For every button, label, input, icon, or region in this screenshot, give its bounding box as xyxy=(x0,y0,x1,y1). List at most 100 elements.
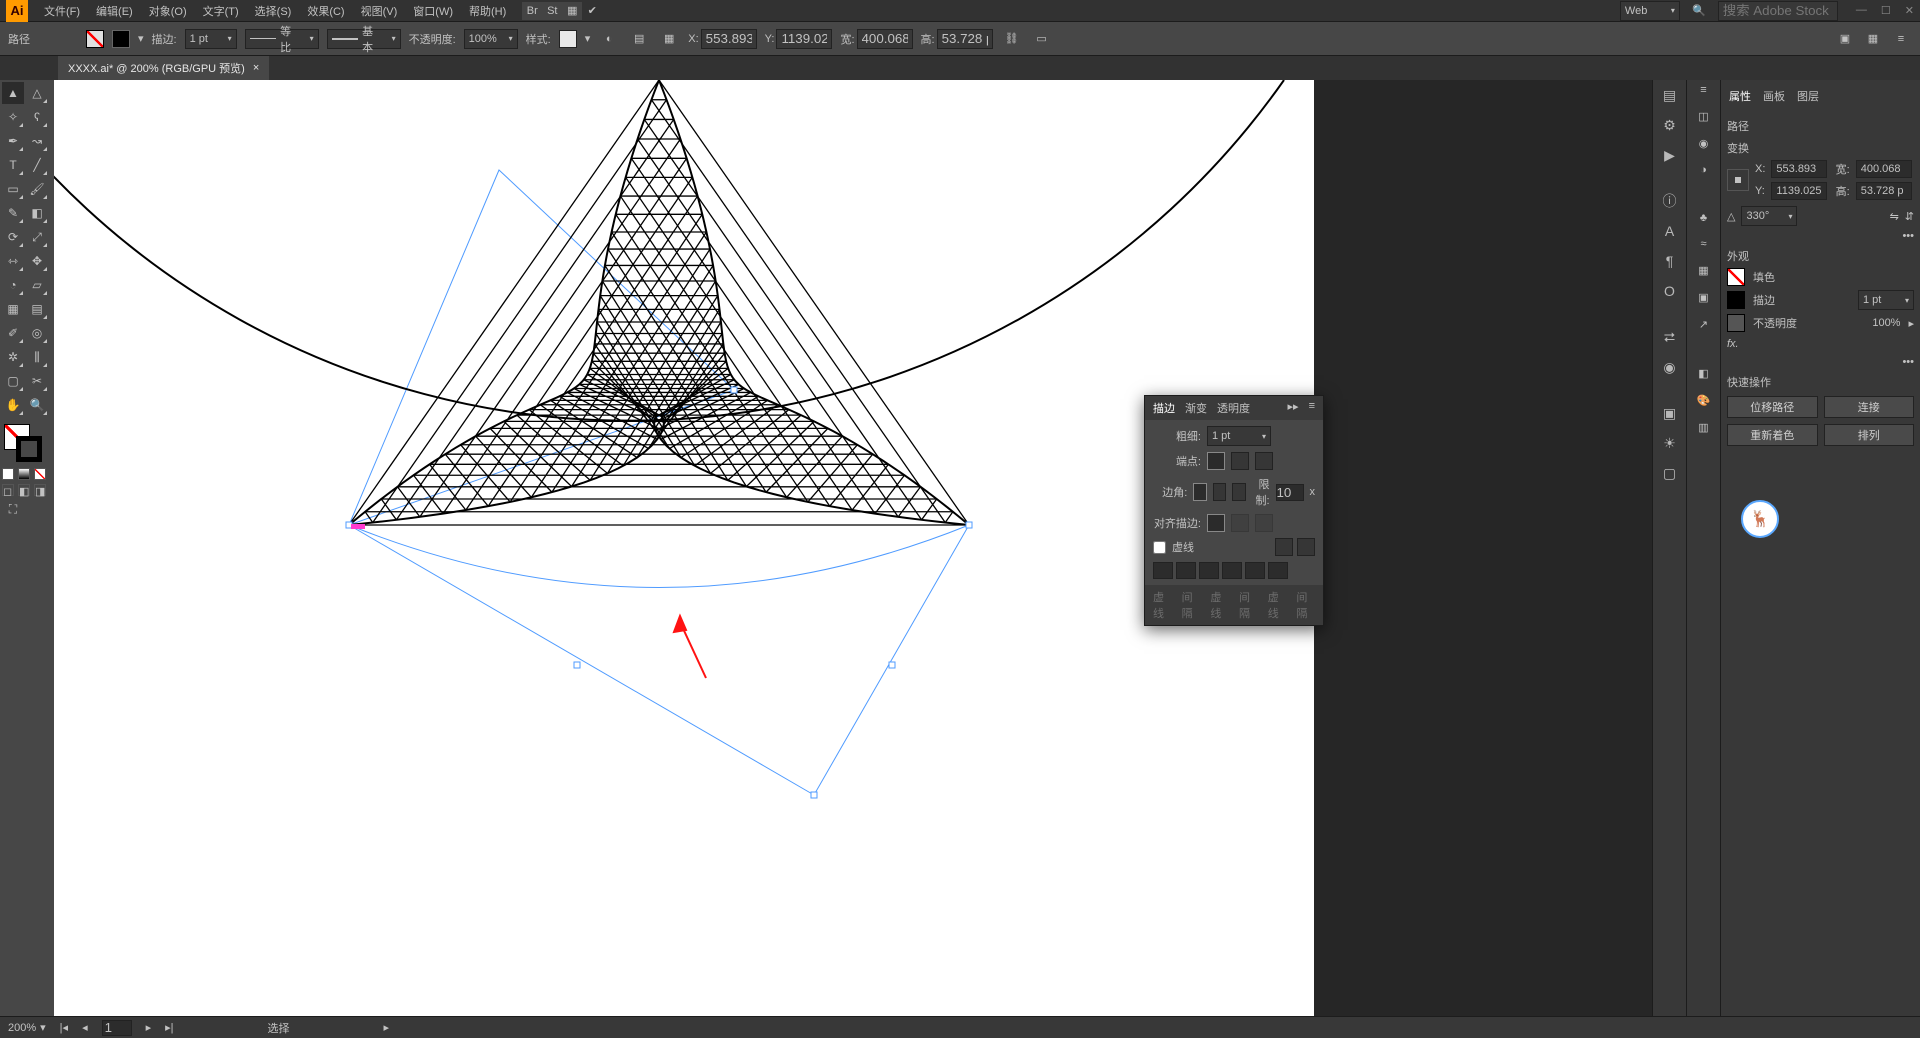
prop-stroke-swatch[interactable] xyxy=(1727,291,1745,309)
char-icon[interactable]: A xyxy=(1659,220,1681,242)
stock-search-input[interactable] xyxy=(1718,1,1838,21)
prop-stroke-weight[interactable]: 1 pt xyxy=(1858,290,1914,310)
first-artboard-icon[interactable]: |◂ xyxy=(60,1021,68,1034)
export-icon[interactable]: ▢ xyxy=(1659,462,1681,484)
color-mode-icon[interactable] xyxy=(2,468,14,480)
gradient-mode-icon[interactable] xyxy=(18,468,30,480)
tab-layers[interactable]: 图层 xyxy=(1797,88,1819,104)
offset-path-button[interactable]: 位移路径 xyxy=(1727,396,1818,418)
pathfinder-icon[interactable]: ◫ xyxy=(1698,110,1708,123)
recolor-icon[interactable]: ◐ xyxy=(598,28,620,50)
info-icon[interactable]: ⓘ xyxy=(1659,190,1681,212)
last-artboard-icon[interactable]: ▸| xyxy=(165,1021,173,1034)
opacity-input[interactable]: 100% xyxy=(464,29,518,49)
weight-input[interactable]: 1 pt xyxy=(1207,426,1271,446)
draw-behind-icon[interactable]: ◧ xyxy=(18,484,30,496)
w-input[interactable] xyxy=(857,29,913,49)
x-input[interactable] xyxy=(701,29,757,49)
next-artboard-icon[interactable]: ▸ xyxy=(146,1021,152,1034)
eraser-tool[interactable]: ◧ xyxy=(26,202,48,224)
bridge-icon[interactable]: Br xyxy=(522,2,542,20)
angle-input[interactable]: 330° xyxy=(1741,206,1797,226)
limit-input[interactable] xyxy=(1276,484,1304,501)
lasso-tool[interactable]: ʕ xyxy=(26,106,48,128)
menu-effect[interactable]: 效果(C) xyxy=(299,3,352,19)
links-icon[interactable]: ⮂ xyxy=(1659,326,1681,348)
line-tool[interactable]: ╱ xyxy=(26,154,48,176)
cc-icon[interactable]: ◉ xyxy=(1659,356,1681,378)
canvas[interactable]: 描边 渐变 透明度 ▸▸ ≡ 粗细:1 pt 端点: 边角: 限制: xyxy=(54,80,1652,1016)
dropdown-caret-icon[interactable]: ▾ xyxy=(138,32,144,45)
tab-stroke[interactable]: 描边 xyxy=(1153,400,1175,416)
status-play-icon[interactable]: ▸ xyxy=(384,1021,390,1034)
menu-help[interactable]: 帮助(H) xyxy=(461,3,514,19)
search-icon[interactable]: 🔍 xyxy=(1688,0,1710,22)
graphic-style-swatch[interactable] xyxy=(559,30,577,48)
stroke-dash-select[interactable]: 等比 xyxy=(245,29,319,49)
zoom-caret-icon[interactable]: ▾ xyxy=(40,1021,46,1034)
fill-swatch[interactable] xyxy=(86,30,104,48)
transform-ref-icon[interactable]: ▦ xyxy=(658,28,680,50)
close-icon[interactable]: ✕ xyxy=(1905,4,1914,17)
color-guide-icon[interactable]: 🎨 xyxy=(1697,394,1711,407)
corner-bevel[interactable] xyxy=(1232,483,1245,501)
menu-file[interactable]: 文件(F) xyxy=(36,3,88,19)
symbol-sprayer-tool[interactable]: ✲ xyxy=(2,346,24,368)
cap-round[interactable] xyxy=(1231,452,1249,470)
blend-tool[interactable]: ◎ xyxy=(26,322,48,344)
prop-y-input[interactable] xyxy=(1771,182,1827,200)
align-outside[interactable] xyxy=(1255,514,1273,532)
para-icon[interactable]: ¶ xyxy=(1659,250,1681,272)
join-button[interactable]: 连接 xyxy=(1824,396,1915,418)
gpu-icon[interactable]: ✔ xyxy=(582,2,602,20)
flip-h-icon[interactable]: ⇋ xyxy=(1890,210,1899,223)
prop-h-input[interactable] xyxy=(1856,182,1912,200)
prev-artboard-icon[interactable]: ◂ xyxy=(82,1021,88,1034)
paintbrush-tool[interactable]: 🖌 xyxy=(26,178,48,200)
stroke-panel[interactable]: 描边 渐变 透明度 ▸▸ ≡ 粗细:1 pt 端点: 边角: 限制: xyxy=(1144,395,1324,626)
draw-inside-icon[interactable]: ◨ xyxy=(34,484,46,496)
menu-edit[interactable]: 编辑(E) xyxy=(88,3,141,19)
mesh-tool[interactable]: ▦ xyxy=(2,298,24,320)
swatches-panel-icon[interactable]: ▦ xyxy=(1698,264,1708,277)
opentype-icon[interactable]: O xyxy=(1659,280,1681,302)
draw-normal-icon[interactable]: ◻ xyxy=(2,484,14,496)
perspective-tool[interactable]: ▱ xyxy=(26,274,48,296)
link-wh-icon[interactable]: ⛓ xyxy=(1001,28,1023,50)
prop-opacity-swatch[interactable] xyxy=(1727,314,1745,332)
pen-tool[interactable]: ✒ xyxy=(2,130,24,152)
shape-props-icon[interactable]: ▭ xyxy=(1031,28,1053,50)
align-panel-icon[interactable]: ≡ xyxy=(1700,84,1706,96)
shape-builder-tool[interactable]: ◔ xyxy=(2,274,24,296)
magic-wand-tool[interactable]: ✧ xyxy=(2,106,24,128)
dash-2[interactable] xyxy=(1199,562,1219,579)
rectangle-tool[interactable]: ▭ xyxy=(2,178,24,200)
menu-window[interactable]: 窗口(W) xyxy=(405,3,461,19)
graph-tool[interactable]: ⫼ xyxy=(26,346,48,368)
brushes-icon[interactable]: ≈ xyxy=(1700,238,1706,250)
align-icon[interactable]: ▤ xyxy=(628,28,650,50)
eyedropper-tool[interactable]: ✐ xyxy=(2,322,24,344)
shaper-tool[interactable]: ✎ xyxy=(2,202,24,224)
h-input[interactable] xyxy=(937,29,993,49)
menu-view[interactable]: 视图(V) xyxy=(353,3,406,19)
dash-1[interactable] xyxy=(1153,562,1173,579)
tab-artboards[interactable]: 画板 xyxy=(1763,88,1785,104)
ref-point-widget[interactable] xyxy=(1727,169,1749,191)
hand-tool[interactable]: ✋ xyxy=(2,394,24,416)
stroke-color-swatch[interactable] xyxy=(112,30,130,48)
free-transform-tool[interactable]: ✥ xyxy=(26,250,48,272)
asset-icon[interactable]: ▣ xyxy=(1659,402,1681,424)
style-caret-icon[interactable]: ▾ xyxy=(585,32,591,45)
menu-object[interactable]: 对象(O) xyxy=(141,3,195,19)
isolate-icon[interactable]: ▣ xyxy=(1834,28,1856,50)
menu-type[interactable]: 文字(T) xyxy=(195,3,247,19)
opacity-caret-icon[interactable]: ▸ xyxy=(1908,317,1914,330)
gradient-tool[interactable]: ▤ xyxy=(26,298,48,320)
layers-panel-icon[interactable]: ▥ xyxy=(1698,421,1708,434)
dash-mode-b[interactable] xyxy=(1297,538,1315,556)
cap-butt[interactable] xyxy=(1207,452,1225,470)
stroke-weight-input[interactable]: 1 pt xyxy=(185,29,237,49)
suit-club-icon[interactable]: ♣ xyxy=(1700,212,1707,224)
panel-menu-icon[interactable]: ≡ xyxy=(1309,400,1315,416)
